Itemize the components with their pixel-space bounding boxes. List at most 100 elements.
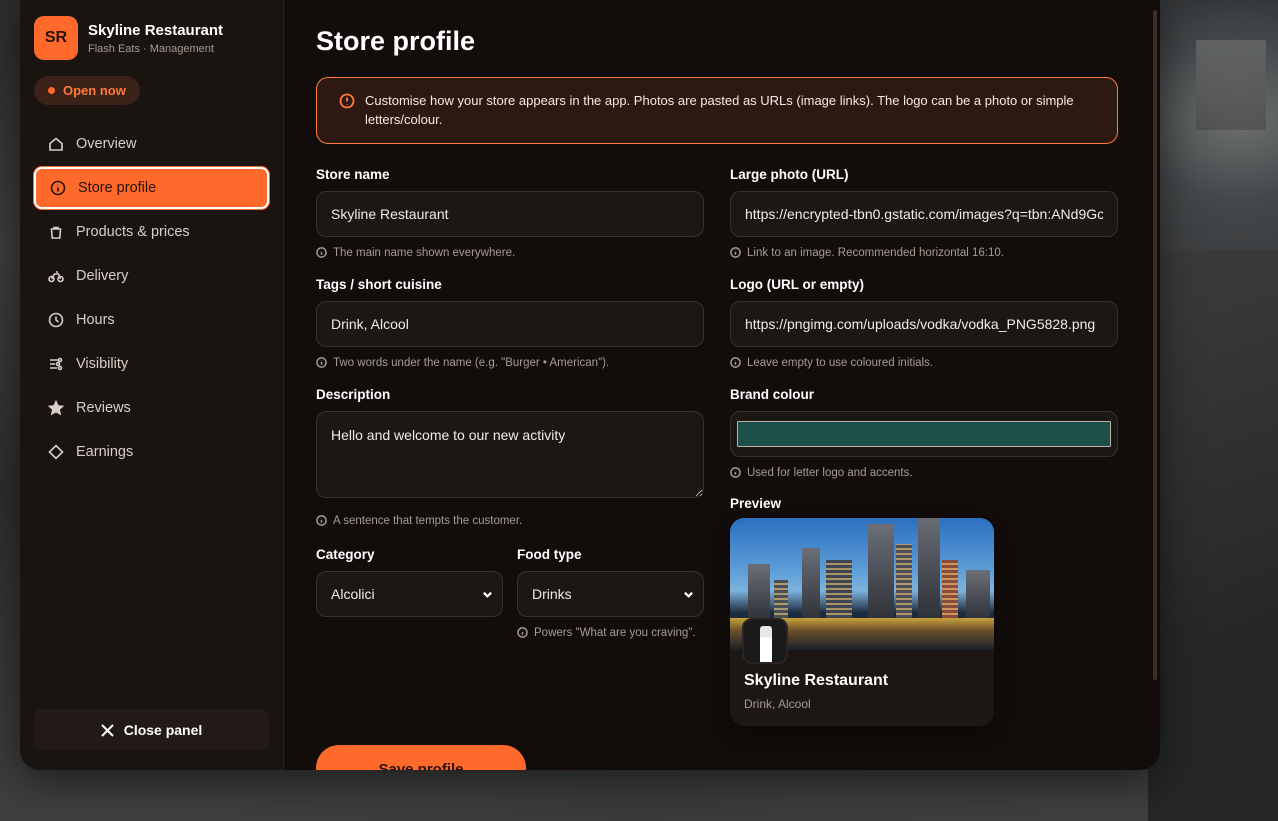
brand-logo: SR [34,16,78,60]
sidebar-item-store-profile[interactable]: Store profile [34,167,269,209]
large-photo-field: Large photo (URL) Link to an image. Reco… [730,167,1118,260]
management-panel: SR Skyline Restaurant Flash Eats · Manag… [20,0,1160,770]
food-type-label: Food type [517,547,582,562]
category-label: Category [316,547,375,562]
clock-icon [48,312,64,328]
description-field: Description Hello and welcome to our new… [316,387,704,528]
main-content: Store profile Customise how your store a… [284,0,1160,770]
tags-label: Tags / short cuisine [316,277,442,292]
description-hint: A sentence that tempts the customer. [316,513,704,528]
info-icon [316,515,327,526]
bike-icon [48,271,64,283]
sidebar: SR Skyline Restaurant Flash Eats · Manag… [20,0,284,770]
sliders-icon [50,357,63,371]
hint-text: A sentence that tempts the customer. [333,514,523,527]
close-icon [100,723,114,737]
page-title: Store profile [316,26,476,56]
sidebar-item-label: Earnings [76,444,134,460]
sidebar-item-earnings[interactable]: Earnings [34,431,269,473]
description-textarea[interactable]: Hello and welcome to our new activity [316,411,704,498]
sidebar-item-visibility[interactable]: Visibility [34,343,269,385]
logo-label: Logo (URL or empty) [730,277,864,292]
open-status-badge: Open now [34,76,140,105]
star-icon [48,400,64,416]
hint-text: Used for letter logo and accents. [747,466,913,479]
info-icon [730,467,741,478]
hint-text: Powers "What are you craving". [534,626,696,639]
category-row: Category Alcolici Food type Drinks Power… [316,547,704,640]
tags-input[interactable] [316,301,704,347]
hint-text: The main name shown everywhere. [333,246,516,259]
food-type-field: Food type Drinks Powers "What are you cr… [517,547,704,640]
form-left-column: Store name The main name shown everywher… [316,167,704,726]
logo-url-input[interactable] [730,301,1118,347]
info-icon [517,627,528,638]
scrollbar[interactable] [1153,10,1157,680]
home-icon [49,137,63,151]
notice-text: Customise how your store appears in the … [365,93,1074,127]
status-dot-icon [48,87,55,94]
brand-colour-label: Brand colour [730,387,815,402]
info-icon [316,247,327,258]
sidebar-nav: Overview Store profile Products & prices… [34,123,269,473]
store-name-label: Store name [316,167,390,182]
info-icon [730,357,741,368]
brand-colour-hint: Used for letter logo and accents. [730,465,1118,480]
hint-text: Link to an image. Recommended horizontal… [747,246,1004,259]
close-panel-button[interactable]: Close panel [34,709,269,751]
form-right-column: Large photo (URL) Link to an image. Reco… [730,167,1118,726]
brand-colour-field: Brand colour Used for letter logo and ac… [730,387,1118,480]
logo-field: Logo (URL or empty) Leave empty to use c… [730,277,1118,370]
open-status-label: Open now [63,83,126,98]
store-name-input[interactable] [316,191,704,237]
info-notice: Customise how your store appears in the … [316,77,1118,144]
description-label: Description [316,387,391,402]
brand-name: Skyline Restaurant [88,21,224,39]
sidebar-item-label: Overview [76,136,137,152]
category-field: Category Alcolici [316,547,503,640]
background-building [1196,40,1266,130]
background-road [1148,250,1278,821]
brand-subtitle: Flash Eats · Management [88,42,214,55]
preview-label: Preview [730,496,782,511]
hint-text: Two words under the name (e.g. "Burger •… [333,356,610,369]
sidebar-item-overview[interactable]: Overview [34,123,269,165]
brand-header: SR Skyline Restaurant Flash Eats · Manag… [34,16,269,60]
large-photo-input[interactable] [730,191,1118,237]
preview-store-tags: Drink, Alcool [744,697,811,711]
sidebar-item-label: Visibility [76,356,129,372]
sidebar-item-reviews[interactable]: Reviews [34,387,269,429]
store-name-hint: The main name shown everywhere. [316,245,704,260]
preview-section: Preview Skyline Restaurant Drink, Alcool [730,496,1118,726]
preview-store-name: Skyline Restaurant [744,672,889,689]
tag-icon [48,444,64,460]
close-panel-label: Close panel [123,722,203,738]
brand-colour-picker[interactable] [730,411,1118,457]
preview-logo-image [742,618,788,664]
tags-field: Tags / short cuisine Two words under the… [316,277,704,370]
info-icon [316,357,327,368]
large-photo-label: Large photo (URL) [730,167,849,182]
food-type-hint: Powers "What are you craving". [517,625,704,640]
brand-colour-swatch [737,421,1111,447]
sidebar-item-hours[interactable]: Hours [34,299,269,341]
profile-form: Store name The main name shown everywher… [316,167,1118,726]
sidebar-item-products-prices[interactable]: Products & prices [34,211,269,253]
info-icon [730,247,741,258]
store-preview-card: Skyline Restaurant Drink, Alcool [730,518,994,726]
sidebar-item-label: Reviews [76,400,131,416]
sidebar-item-label: Delivery [76,268,129,284]
food-type-select[interactable]: Drinks [517,571,704,617]
sidebar-item-label: Hours [76,312,115,328]
info-icon [50,180,66,196]
store-name-field: Store name The main name shown everywher… [316,167,704,260]
sidebar-item-label: Products & prices [76,224,190,240]
save-profile-button[interactable]: Save profile [316,745,526,770]
bag-icon [50,226,62,239]
sidebar-item-delivery[interactable]: Delivery [34,255,269,297]
info-icon [339,93,355,109]
tags-hint: Two words under the name (e.g. "Burger •… [316,355,704,370]
category-select[interactable]: Alcolici [316,571,503,617]
large-photo-hint: Link to an image. Recommended horizontal… [730,245,1118,260]
sidebar-item-label: Store profile [78,180,157,196]
